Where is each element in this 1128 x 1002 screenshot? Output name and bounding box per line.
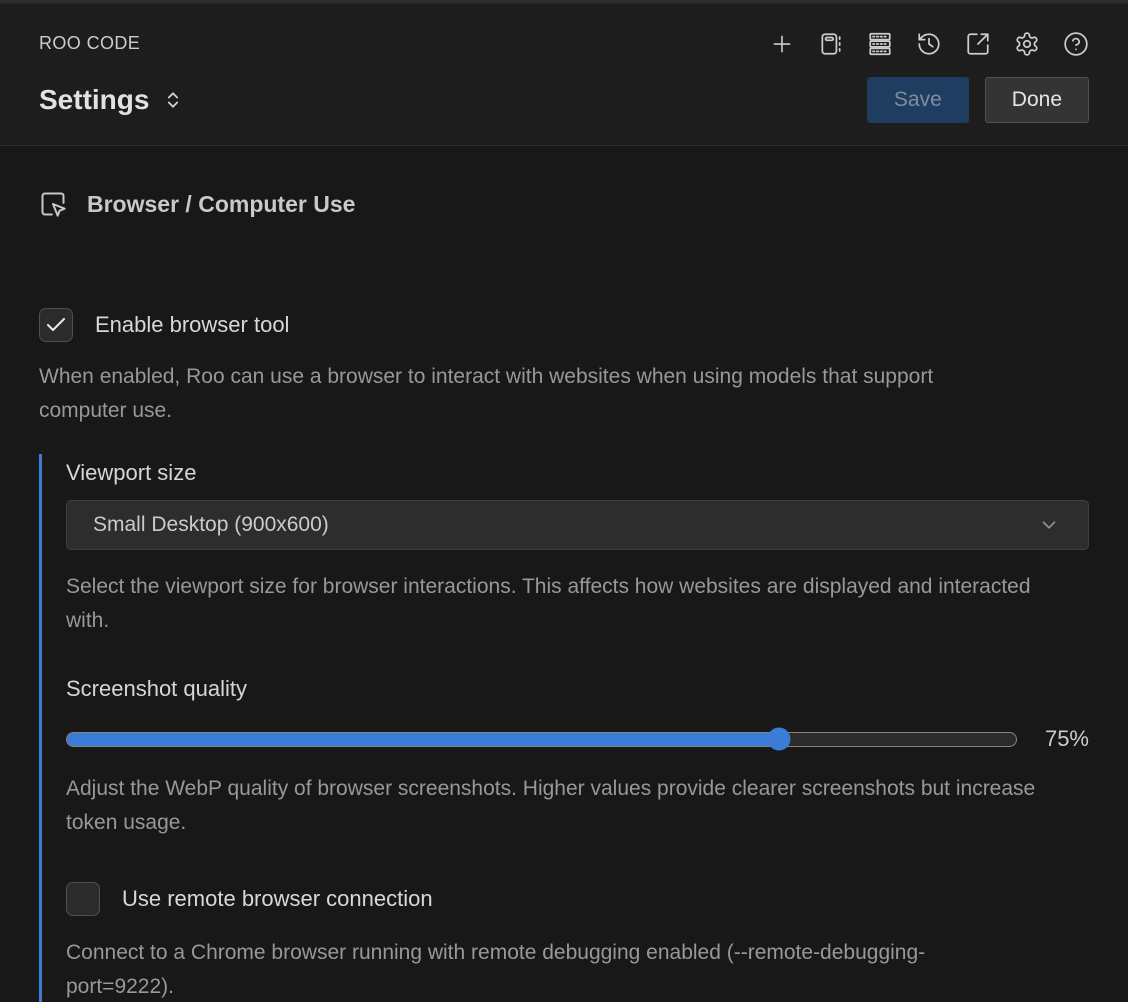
slider-fill — [67, 733, 779, 746]
plus-icon[interactable] — [768, 30, 795, 57]
screenshot-quality-slider-row: 75% — [66, 726, 1089, 752]
enable-browser-tool-description: When enabled, Roo can use a browser to i… — [39, 360, 1024, 428]
screenshot-quality-description: Adjust the WebP quality of browser scree… — [66, 772, 1078, 840]
chevron-down-icon — [1038, 514, 1060, 536]
section-title: Browser / Computer Use — [87, 191, 355, 218]
chevrons-up-down-icon[interactable] — [163, 90, 183, 110]
remote-browser-row[interactable]: Use remote browser connection — [66, 882, 1089, 916]
slider-thumb[interactable] — [767, 728, 790, 751]
viewport-size-label: Viewport size — [66, 460, 1089, 486]
settings-header: ROO CODE Se — [0, 4, 1128, 146]
screenshot-quality-label: Screenshot quality — [66, 676, 1089, 702]
mcp-server-icon[interactable] — [866, 30, 893, 57]
screenshot-quality-slider[interactable] — [66, 732, 1017, 747]
prompts-icon[interactable] — [817, 30, 844, 57]
history-icon[interactable] — [915, 30, 942, 57]
enable-browser-tool-checkbox[interactable] — [39, 308, 73, 342]
page-title: Settings — [39, 84, 149, 116]
viewport-size-select[interactable]: Small Desktop (900x600) — [66, 500, 1089, 550]
section-header: Browser / Computer Use — [39, 146, 1089, 218]
check-icon — [44, 313, 68, 337]
settings-title-row: Settings Save Done — [39, 57, 1089, 145]
titlebar-icons — [768, 30, 1089, 57]
help-icon[interactable] — [1062, 30, 1089, 57]
save-button[interactable]: Save — [867, 77, 969, 123]
browser-settings-group: Viewport size Small Desktop (900x600) Se… — [39, 454, 1089, 1002]
screenshot-quality-value: 75% — [1037, 726, 1089, 752]
enable-browser-tool-row[interactable]: Enable browser tool — [39, 308, 1089, 342]
app-title: ROO CODE — [39, 33, 140, 54]
enable-browser-tool-label: Enable browser tool — [95, 312, 289, 338]
done-button[interactable]: Done — [985, 77, 1089, 123]
titlebar: ROO CODE — [39, 4, 1089, 57]
viewport-size-description: Select the viewport size for browser int… — [66, 570, 1061, 638]
settings-content: Browser / Computer Use Enable browser to… — [0, 146, 1128, 1002]
viewport-size-value: Small Desktop (900x600) — [93, 513, 329, 537]
open-in-editor-icon[interactable] — [964, 30, 991, 57]
remote-browser-label: Use remote browser connection — [122, 886, 433, 912]
remote-browser-checkbox[interactable] — [66, 882, 100, 916]
settings-gear-icon[interactable] — [1013, 30, 1040, 57]
remote-browser-description: Connect to a Chrome browser running with… — [66, 936, 951, 1002]
square-mouse-pointer-icon — [39, 190, 67, 218]
